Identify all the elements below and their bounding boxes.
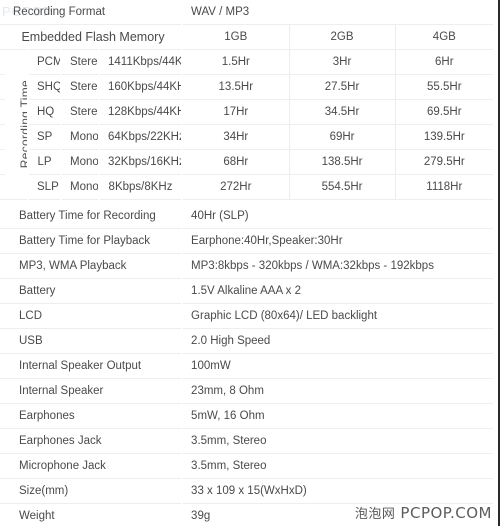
table-row-microphone-jack: Microphone Jack 3.5mm, Stereo [0,453,494,479]
left-margin-cell [0,74,5,100]
table-row-mp3-wma-playback: MP3, WMA Playback MP3:8kbps - 320kbps / … [0,253,494,279]
recording-bitrate: 128Kbps/44KHz [99,99,184,125]
table-row-recording-lp: LP Mono 32Kbps/16KHz 68Hr 138.5Hr 279.5H… [0,149,494,175]
row-value: MP3:8kbps - 320kbps / WMA:32kbps - 192kb… [182,253,494,279]
row-label: Internal Speaker Output [5,353,184,379]
row-label: Size(mm) [5,478,184,504]
row-value: 33 x 109 x 15(WxHxD) [182,478,494,504]
specification-table: Recording Format WAV / MP3 Embedded Flas… [0,0,494,526]
specification-sheet: Recording Format WAV / MP3 Embedded Flas… [0,0,500,526]
recording-time-1gb: 17Hr [182,99,290,125]
table-row-earphones-jack: Earphones Jack 3.5mm, Stereo [0,428,494,454]
table-row-battery-time-recording: Battery Time for Recording 40Hr (SLP) [0,203,494,229]
row-value: Earphone:40Hr,Speaker:30Hr [182,228,494,254]
table-row-earphones: Earphones 5mW, 16 Ohm [0,403,494,429]
recording-mode: SHQ [28,74,62,100]
recording-time-1gb: 1.5Hr [182,49,290,75]
group-label-recording-time-text: Recording Time [18,80,28,169]
table-row-recording-format: Recording Format WAV / MP3 [0,0,494,25]
recording-bitrate: 1411Kbps/44KHz [99,49,184,75]
recording-channel: Mono [61,124,100,150]
row-value: 39g [182,503,494,526]
recording-bitrate: 32Kbps/16KHz [99,149,184,175]
row-label: Battery Time for Recording [5,203,184,229]
recording-time-4gb: 1118Hr [395,174,494,200]
table-row-recording-shq: SHQ Stereo 160Kbps/44KHz 13.5Hr 27.5Hr 5… [0,74,494,100]
row-label: MP3, WMA Playback [5,253,184,279]
recording-channel: Stereo [61,74,100,100]
table-row-recording-pcm: Recording Time PCM Stereo 1411Kbps/44KHz… [0,49,494,200]
row-value: 40Hr (SLP) [182,203,494,229]
recording-time-1gb: 13.5Hr [182,74,290,100]
row-value: 23mm, 8 Ohm [182,378,494,404]
recording-time-1gb: 34Hr [182,124,290,150]
table-row-lcd: LCD Graphic LCD (80x64)/ LED backlight [0,303,494,329]
recording-channel: Mono [61,174,100,200]
capacity-1gb: 1GB [182,24,290,50]
recording-mode: SLP [28,174,62,200]
table-row-size: Size(mm) 33 x 109 x 15(WxHxD) [0,478,494,504]
group-label-recording-time: Recording Time [5,49,29,200]
row-label: Weight [5,503,184,526]
row-value-recording-format: WAV / MP3 [182,0,494,25]
capacity-4gb: 4GB [395,24,494,50]
recording-channel: Mono [61,149,100,175]
table-row-recording-sp: SP Mono 64Kbps/22KHz 34Hr 69Hr 139.5Hr [0,124,494,150]
recording-time-2gb: 138.5Hr [289,149,396,175]
row-value: 3.5mm, Stereo [182,428,494,454]
row-label: USB [5,328,184,354]
recording-mode: SP [28,124,62,150]
recording-time-2gb: 69Hr [289,124,396,150]
row-label: Battery [5,278,184,304]
recording-time-2gb: 34.5Hr [289,99,396,125]
row-label-recording-format: Recording Format [5,0,184,25]
recording-time-1gb: 272Hr [182,174,290,200]
row-label: Microphone Jack [5,453,184,479]
recording-channel: Stereo [61,99,100,125]
row-value: 100mW [182,353,494,379]
row-label: Internal Speaker [5,378,184,404]
table-row-recording-slp: SLP Mono 8Kbps/8KHz 272Hr 554.5Hr 1118Hr [0,174,494,200]
table-row-recording-hq: HQ Stereo 128Kbps/44KHz 17Hr 34.5Hr 69.5… [0,99,494,125]
recording-bitrate: 64Kbps/22KHz [99,124,184,150]
row-value: 2.0 High Speed [182,328,494,354]
row-label: Earphones [5,403,184,429]
table-row-weight: Weight 39g [0,503,494,526]
recording-time-4gb: 279.5Hr [395,149,494,175]
left-margin-cell [0,174,5,200]
left-margin-cell [0,124,5,150]
recording-time-2gb: 554.5Hr [289,174,396,200]
recording-bitrate: 160Kbps/44KHz [99,74,184,100]
recording-mode: PCM [28,49,62,75]
row-label: Battery Time for Playback [5,228,184,254]
table-row-internal-speaker: Internal Speaker 23mm, 8 Ohm [0,378,494,404]
capacity-2gb: 2GB [289,24,396,50]
row-label: LCD [5,303,184,329]
table-body: Recording Format WAV / MP3 Embedded Flas… [0,0,494,526]
left-margin-cell [0,149,5,175]
recording-time-4gb: 6Hr [395,49,494,75]
row-value: Graphic LCD (80x64)/ LED backlight [182,303,494,329]
recording-mode: LP [28,149,62,175]
recording-bitrate: 8Kbps/8KHz [99,174,184,200]
recording-time-4gb: 69.5Hr [395,99,494,125]
recording-mode: HQ [28,99,62,125]
left-margin-cell [0,99,5,125]
table-row-battery-time-playback: Battery Time for Playback Earphone:40Hr,… [0,228,494,254]
row-value: 5mW, 16 Ohm [182,403,494,429]
row-value: 3.5mm, Stereo [182,453,494,479]
recording-time-2gb: 27.5Hr [289,74,396,100]
recording-time-1gb: 68Hr [182,149,290,175]
recording-time-2gb: 3Hr [289,49,396,75]
row-value: 1.5V Alkaline AAA x 2 [182,278,494,304]
row-label: Earphones Jack [5,428,184,454]
table-row-internal-speaker-output: Internal Speaker Output 100mW [0,353,494,379]
table-row-memory-header: Embedded Flash Memory 1GB 2GB 4GB [0,24,494,50]
table-row-battery: Battery 1.5V Alkaline AAA x 2 [0,278,494,304]
recording-time-4gb: 139.5Hr [395,124,494,150]
row-label-embedded-flash-memory: Embedded Flash Memory [5,24,184,50]
table-row-usb: USB 2.0 High Speed [0,328,494,354]
recording-channel: Stereo [61,49,100,75]
recording-time-4gb: 55.5Hr [395,74,494,100]
